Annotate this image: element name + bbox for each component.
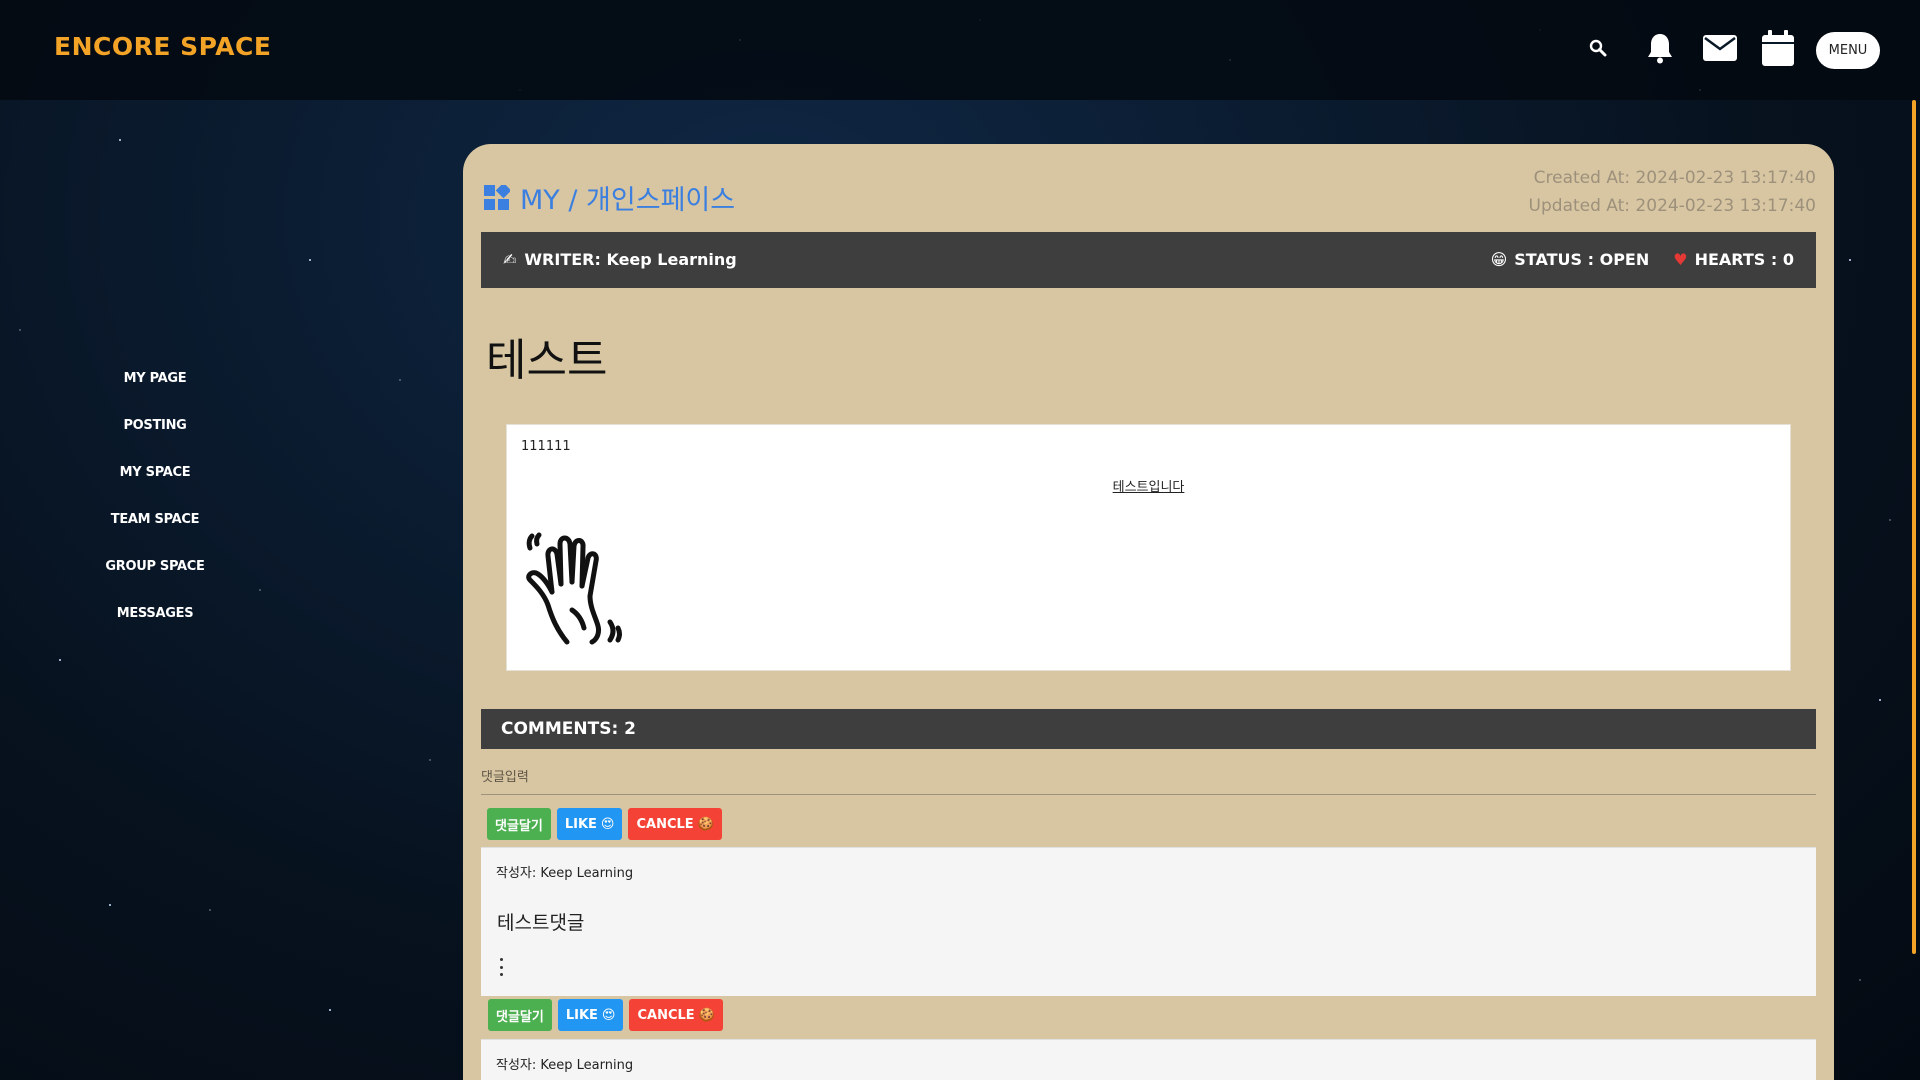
heart-eyes-icon: 😍 xyxy=(601,1007,616,1023)
comments-header: COMMENTS: 2 xyxy=(481,709,1816,749)
scrollbar[interactable] xyxy=(1912,100,1916,954)
waving-hand-image xyxy=(522,530,632,654)
calendar-icon[interactable] xyxy=(1758,28,1798,68)
sidebar-item-group-space[interactable]: GROUP SPACE xyxy=(0,543,310,590)
breadcrumb-text[interactable]: MY / 개인스페이스 xyxy=(520,178,735,217)
status-label: STATUS : OPEN xyxy=(1514,250,1650,269)
comment-item: 작성자: Keep Learning xyxy=(481,1039,1816,1080)
like-button[interactable]: LIKE 😍 xyxy=(556,808,623,840)
comment-input[interactable] xyxy=(481,760,1816,795)
sidebar-item-posting[interactable]: POSTING xyxy=(0,402,310,449)
bell-icon[interactable] xyxy=(1640,28,1680,68)
sidebar-item-messages[interactable]: MESSAGES xyxy=(0,590,310,637)
post-meta-bar: ✍ WRITER: Keep Learning 😁 STATUS : OPEN … xyxy=(481,232,1816,288)
hearts-label: HEARTS : 0 xyxy=(1694,250,1794,269)
cancel-button[interactable]: CANCLE 🍪 xyxy=(629,999,723,1031)
top-bar: ENCORE SPACE MENU xyxy=(0,0,1920,100)
sidebar-nav: MY PAGE POSTING MY SPACE TEAM SPACE GROU… xyxy=(0,355,310,637)
breadcrumb: MY / 개인스페이스 xyxy=(484,178,735,217)
comment-text: 테스트댓글 xyxy=(497,912,585,934)
body-text: 111111 xyxy=(521,439,571,454)
comment-author: 작성자: Keep Learning xyxy=(496,1058,634,1073)
post-dates: Created At: 2024-02-23 13:17:40 Updated … xyxy=(1529,164,1816,220)
search-icon[interactable] xyxy=(1578,28,1618,68)
sidebar-item-my-space[interactable]: MY SPACE xyxy=(0,449,310,496)
comment-item-actions: 댓글달기 LIKE 😍 CANCLE 🍪 xyxy=(488,999,723,1031)
post-title: 테스트 xyxy=(486,335,608,386)
writer-label: WRITER: Keep Learning xyxy=(524,250,737,269)
sidebar-item-my-page[interactable]: MY PAGE xyxy=(0,355,310,402)
more-options-icon[interactable] xyxy=(497,958,505,976)
comments-count: COMMENTS: 2 xyxy=(501,719,636,739)
dashboard-icon xyxy=(484,184,510,210)
heart-eyes-icon: 😍 xyxy=(600,816,615,832)
heart-icon[interactable]: ♥ xyxy=(1673,250,1687,269)
cookie-icon: 🍪 xyxy=(697,816,714,832)
writing-hand-icon: ✍ xyxy=(503,250,517,269)
post-body: 111111 테스트입니다 xyxy=(506,424,1791,671)
comment-item: 작성자: Keep Learning 테스트댓글 xyxy=(481,847,1816,996)
menu-button[interactable]: MENU xyxy=(1816,32,1880,69)
cancel-button[interactable]: CANCLE 🍪 xyxy=(628,808,722,840)
like-button[interactable]: LIKE 😍 xyxy=(557,999,624,1031)
grin-icon: 😁 xyxy=(1490,250,1508,269)
created-at: Created At: 2024-02-23 13:17:40 xyxy=(1533,168,1816,188)
sidebar-item-team-space[interactable]: TEAM SPACE xyxy=(0,496,310,543)
cookie-icon: 🍪 xyxy=(698,1007,715,1023)
brand-logo[interactable]: ENCORE SPACE xyxy=(54,32,271,61)
updated-at: Updated At: 2024-02-23 13:17:40 xyxy=(1528,196,1816,216)
comment-actions: 댓글달기 LIKE 😍 CANCLE 🍪 xyxy=(487,808,722,840)
reply-button[interactable]: 댓글달기 xyxy=(488,999,552,1031)
mail-icon[interactable] xyxy=(1700,28,1740,68)
body-link[interactable]: 테스트입니다 xyxy=(507,476,1790,495)
post-card: MY / 개인스페이스 Created At: 2024-02-23 13:17… xyxy=(463,144,1834,1080)
reply-button[interactable]: 댓글달기 xyxy=(487,808,551,840)
comment-author: 작성자: Keep Learning xyxy=(496,866,634,881)
